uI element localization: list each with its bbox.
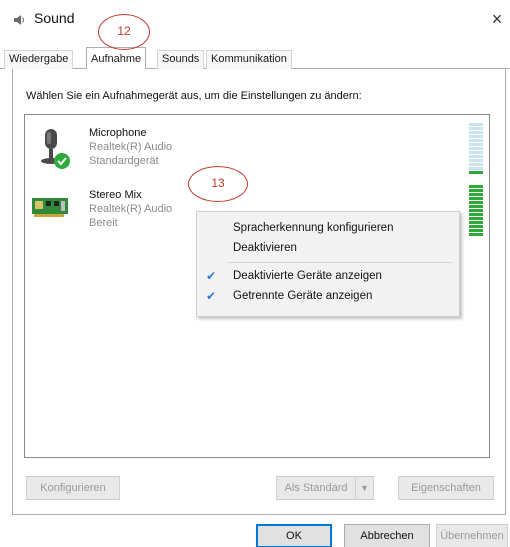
level-meter-segment (469, 143, 483, 146)
apply-button[interactable]: Übernehmen (436, 524, 508, 547)
level-meter-segment (469, 229, 483, 232)
level-meter-segment (469, 213, 483, 216)
level-meter-segment (469, 185, 483, 188)
level-meter-segment (469, 225, 483, 228)
level-meter-segment (469, 217, 483, 220)
sound-card-icon (32, 198, 68, 217)
level-meter-segment (469, 159, 483, 162)
level-meter (469, 123, 483, 174)
menu-item-deaktivierte-geraete[interactable]: ✔ Deaktivierte Geräte anzeigen (197, 266, 459, 286)
close-button[interactable]: × (488, 9, 506, 29)
configure-button[interactable]: Konfigurieren (26, 476, 120, 500)
level-meter-segment (469, 147, 483, 150)
tab-strip: Wiedergabe Aufnahme Sounds Kommunikation (0, 47, 510, 70)
device-name: Stereo Mix (89, 189, 142, 201)
menu-separator (227, 262, 453, 263)
device-driver: Realtek(R) Audio (89, 203, 173, 215)
title-bar: Sound × (0, 0, 510, 40)
menu-item-label: Spracherkennung konfigurieren (233, 222, 394, 234)
annotation-marker-12: 12 (98, 14, 150, 50)
tab-sounds[interactable]: Sounds (157, 50, 205, 69)
menu-item-spracherkennung[interactable]: Spracherkennung konfigurieren (197, 218, 459, 238)
level-meter-segment (469, 163, 483, 166)
device-driver: Realtek(R) Audio (89, 141, 173, 153)
set-default-split-button[interactable]: Als Standard ▼ (276, 476, 374, 500)
level-meter-segment (469, 135, 483, 138)
instruction-text: Wählen Sie ein Aufnahmegerät aus, um die… (26, 90, 362, 102)
level-meter-segment (469, 197, 483, 200)
level-meter-segment (469, 131, 483, 134)
device-name: Microphone (89, 127, 147, 139)
tab-kommunikation[interactable]: Kommunikation (206, 50, 292, 69)
level-meter-segment (469, 151, 483, 154)
level-meter-segment (469, 123, 483, 126)
set-default-label: Als Standard (284, 482, 348, 494)
menu-item-label: Deaktivieren (233, 242, 297, 254)
level-meter-segment (469, 189, 483, 192)
device-status: Bereit (89, 217, 118, 229)
menu-item-label: Deaktivierte Geräte anzeigen (233, 270, 382, 282)
menu-item-getrennte-geraete[interactable]: ✔ Getrennte Geräte anzeigen (197, 286, 459, 306)
level-meter-segment (469, 139, 483, 142)
level-meter-segment (469, 233, 483, 236)
speaker-icon (14, 15, 24, 25)
device-row-microphone[interactable]: Microphone Realtek(R) Audio Standardgerä… (25, 123, 489, 181)
properties-button[interactable]: Eigenschaften (398, 476, 494, 500)
annotation-marker-13: 13 (188, 166, 248, 202)
level-meter-segment (469, 221, 483, 224)
device-status: Standardgerät (89, 155, 159, 167)
level-meter-segment (469, 155, 483, 158)
level-meter-segment (469, 167, 483, 170)
level-meter-segment (469, 193, 483, 196)
menu-item-label: Getrennte Geräte anzeigen (233, 290, 373, 302)
tab-wiedergabe[interactable]: Wiedergabe (4, 50, 74, 69)
window-title: Sound (34, 10, 75, 26)
checkmark-icon: ✔ (206, 289, 217, 303)
menu-item-deaktivieren[interactable]: Deaktivieren (197, 238, 459, 258)
level-meter-segment (469, 201, 483, 204)
level-meter-segment (469, 127, 483, 130)
context-menu: Spracherkennung konfigurieren Deaktivier… (196, 211, 460, 317)
chevron-down-icon[interactable]: ▼ (355, 477, 373, 499)
cancel-button[interactable]: Abbrechen (344, 524, 430, 547)
level-meter-segment (469, 171, 483, 174)
level-meter-segment (469, 209, 483, 212)
level-meter (469, 185, 483, 236)
ok-button[interactable]: OK (256, 524, 332, 547)
level-meter-segment (469, 205, 483, 208)
default-device-check-icon (54, 153, 70, 169)
microphone-icon (41, 129, 70, 169)
checkmark-icon: ✔ (206, 269, 217, 283)
tab-aufnahme[interactable]: Aufnahme (86, 47, 147, 70)
